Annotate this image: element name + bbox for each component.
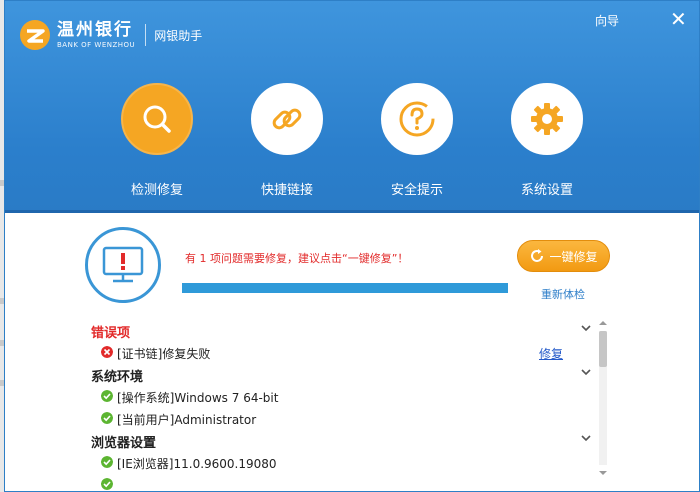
section-browser-settings[interactable]: 浏览器设置 — [87, 429, 597, 451]
error-icon — [101, 346, 113, 358]
logo: 温州银行 BANK OF WENZHOU 网银助手 — [19, 19, 202, 51]
logo-divider — [145, 24, 147, 46]
help-icon — [381, 83, 453, 155]
nav-security-tips[interactable]: 安全提示 — [367, 83, 467, 198]
check-icon — [101, 456, 113, 468]
monitor-warning-icon — [85, 227, 161, 303]
list-item: [当前用户]Administrator — [87, 407, 597, 429]
chevron-down-icon[interactable] — [581, 433, 591, 443]
app-subtitle: 网银助手 — [154, 28, 203, 43]
item-text: [IE浏览器]11.0.9600.19080 — [117, 457, 277, 471]
search-icon — [121, 83, 193, 155]
nav-label: 安全提示 — [390, 183, 443, 198]
nav-label: 快捷链接 — [260, 183, 313, 198]
check-icon — [101, 390, 113, 402]
scroll-down-icon[interactable] — [599, 469, 607, 477]
section-title: 系统环境 — [91, 370, 144, 385]
item-text: [当前用户]Administrator — [117, 413, 257, 427]
assistant-window: 温州银行 BANK OF WENZHOU 网银助手 向导 ✕ 检测修复 快捷链接… — [4, 0, 700, 492]
status-message: 有 1 项问题需要修复，建议点击“一键修复”！ — [185, 252, 409, 265]
header: 温州银行 BANK OF WENZHOU 网银助手 向导 ✕ 检测修复 快捷链接… — [5, 1, 699, 213]
close-icon: ✕ — [670, 7, 687, 31]
nav-label: 系统设置 — [520, 183, 573, 198]
repair-link[interactable]: 修复 — [539, 345, 563, 362]
refresh-icon — [531, 249, 544, 262]
one-click-fix-button[interactable]: 一键修复 — [517, 240, 610, 272]
list-item: [证书链]修复失败 修复 — [87, 341, 597, 363]
gear-icon — [511, 83, 583, 155]
check-results-list: 错误项 [证书链]修复失败 修复 系统环境 [操作系统]Windows 7 64… — [87, 319, 597, 491]
chevron-down-icon[interactable] — [581, 367, 591, 377]
bank-logo-icon — [19, 19, 51, 51]
scroll-thumb[interactable] — [599, 331, 607, 367]
nav-quick-links[interactable]: 快捷链接 — [237, 83, 337, 198]
nav-system-settings[interactable]: 系统设置 — [497, 83, 597, 198]
nav-detect-repair[interactable]: 检测修复 — [107, 83, 207, 198]
scroll-up-icon[interactable] — [599, 319, 607, 327]
section-system-env[interactable]: 系统环境 — [87, 363, 597, 385]
section-errors[interactable]: 错误项 — [87, 319, 597, 341]
close-button[interactable]: ✕ — [670, 7, 687, 31]
bank-name: 温州银行 — [57, 20, 133, 40]
bank-name-en: BANK OF WENZHOU — [57, 41, 136, 49]
list-item — [87, 473, 597, 491]
chevron-down-icon[interactable] — [581, 323, 591, 333]
item-text: [证书链]修复失败 — [117, 347, 211, 361]
results-scrollbar[interactable] — [597, 319, 609, 479]
section-title: 错误项 — [91, 326, 131, 341]
check-icon — [101, 478, 113, 490]
list-item: [操作系统]Windows 7 64-bit — [87, 385, 597, 407]
section-title: 浏览器设置 — [91, 436, 157, 451]
scan-progress-bar — [182, 283, 508, 293]
link-icon — [251, 83, 323, 155]
list-item: [IE浏览器]11.0.9600.19080 — [87, 451, 597, 473]
guide-button[interactable]: 向导 — [595, 12, 619, 29]
nav-label: 检测修复 — [130, 183, 183, 198]
check-icon — [101, 412, 113, 424]
recheck-link[interactable]: 重新体检 — [541, 286, 585, 302]
item-text: [操作系统]Windows 7 64-bit — [117, 391, 279, 405]
fix-button-label: 一键修复 — [549, 249, 598, 264]
